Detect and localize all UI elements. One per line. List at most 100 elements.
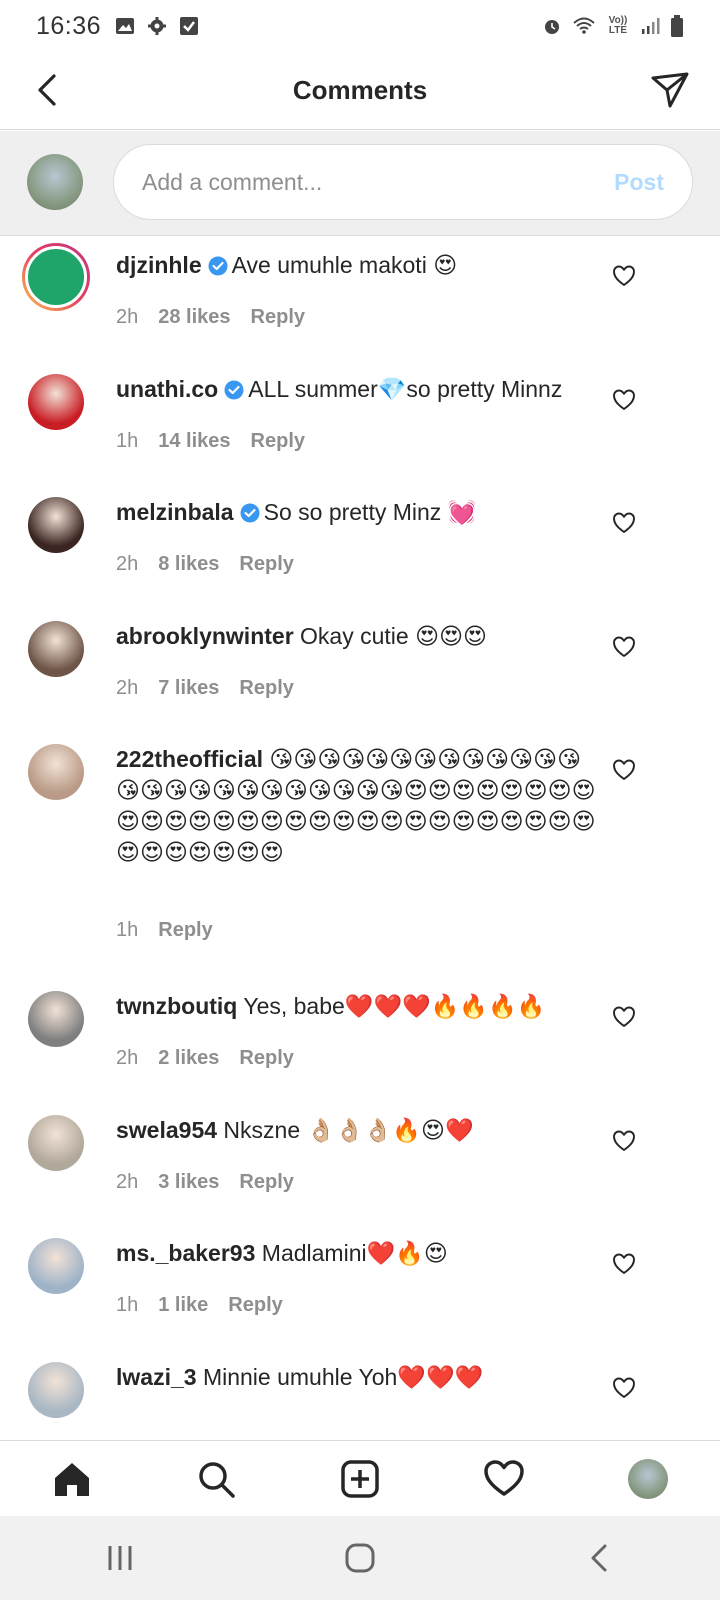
comment-message: Nkszne 👌🏼👌🏼👌🏼🔥😍❤️	[223, 1117, 474, 1143]
activity-heart-icon[interactable]	[483, 1458, 525, 1500]
avatar[interactable]	[28, 374, 84, 430]
comment-username[interactable]: ms._baker93	[116, 1240, 255, 1266]
comment-meta: 1h 1 like Reply	[116, 1294, 283, 1317]
like-heart-icon[interactable]	[612, 758, 636, 782]
comment-likes[interactable]: 3 likes	[158, 1171, 219, 1194]
avatar[interactable]	[28, 744, 84, 800]
comment-username[interactable]: melzinbala	[116, 499, 234, 525]
comment-timestamp: 1h	[116, 1294, 139, 1316]
list-item[interactable]: abrooklynwinter Okay cutie 😍😍😍 2h 7 likes R…	[0, 611, 720, 731]
verified-badge-icon	[240, 503, 260, 523]
comment-text: djzinhle Ave umuhle makoti 😍	[116, 250, 596, 281]
comment-text: melzinbala So so pretty Minz 💓	[116, 497, 596, 528]
comment-timestamp: 2h	[116, 1047, 139, 1069]
list-item[interactable]: unathi.co ALL summer💎so pretty Minnz 1h 14 …	[0, 364, 720, 484]
search-icon[interactable]	[195, 1458, 237, 1500]
nav-home[interactable]	[48, 1455, 96, 1503]
comment-username[interactable]: lwazi_3	[116, 1364, 197, 1390]
comment-username[interactable]: swela954	[116, 1117, 217, 1143]
like-heart-icon[interactable]	[612, 264, 636, 288]
back-arrow-icon[interactable]	[30, 70, 70, 110]
comment-composer: Add a comment... Post	[0, 131, 720, 236]
reply-button[interactable]: Reply	[251, 306, 305, 329]
comment-text: twnzboutiq Yes, babe❤️❤️❤️🔥🔥🔥🔥	[116, 991, 596, 1022]
list-item[interactable]: djzinhle Ave umuhle makoti 😍 2h 28 likes Rep…	[0, 240, 720, 360]
list-item[interactable]: ms._baker93 Madlamini❤️🔥😍 1h 1 like Reply	[0, 1228, 720, 1348]
avatar[interactable]	[28, 497, 84, 553]
comment-timestamp: 1h	[116, 919, 139, 941]
recent-apps-icon[interactable]	[100, 1538, 140, 1578]
nav-activity[interactable]	[480, 1455, 528, 1503]
like-heart-icon[interactable]	[612, 635, 636, 659]
home-circle-icon[interactable]	[340, 1538, 380, 1578]
reply-button[interactable]: Reply	[239, 1171, 293, 1194]
comment-message: Madlamini❤️🔥😍	[261, 1240, 448, 1266]
avatar[interactable]	[28, 1362, 84, 1418]
nav-search[interactable]	[192, 1455, 240, 1503]
paper-plane-icon[interactable]	[648, 68, 692, 112]
comment-text: swela954 Nkszne 👌🏼👌🏼👌🏼🔥😍❤️	[116, 1115, 596, 1146]
alarm-icon	[545, 20, 559, 34]
reply-button[interactable]: Reply	[251, 430, 305, 453]
comment-likes[interactable]: 8 likes	[158, 553, 219, 576]
profile-avatar[interactable]	[628, 1458, 668, 1499]
comment-likes[interactable]: 28 likes	[158, 306, 230, 329]
like-heart-icon[interactable]	[612, 1005, 636, 1029]
comment-username[interactable]: abrooklynwinter	[116, 623, 294, 649]
comment-username[interactable]: twnzboutiq	[116, 993, 237, 1019]
avatar[interactable]	[28, 1238, 84, 1294]
comment-text: unathi.co ALL summer💎so pretty Minnz	[116, 374, 596, 405]
comment-text: lwazi_3 Minnie umuhle Yoh❤️❤️❤️	[116, 1362, 596, 1393]
system-back-icon[interactable]	[580, 1538, 620, 1578]
list-item[interactable]: lwazi_3 Minnie umuhle Yoh❤️❤️❤️	[0, 1352, 720, 1440]
reply-button[interactable]: Reply	[239, 677, 293, 700]
like-heart-icon[interactable]	[612, 511, 636, 535]
nav-profile[interactable]	[624, 1455, 672, 1503]
nav-new-post[interactable]	[336, 1455, 384, 1503]
comment-username[interactable]: djzinhle	[116, 252, 202, 278]
header: Comments	[0, 52, 720, 130]
status-time: 16:36	[36, 11, 102, 40]
comment-meta: 2h 8 likes Reply	[116, 553, 294, 576]
list-item[interactable]: melzinbala So so pretty Minz 💓 2h 8 likes Re…	[0, 487, 720, 607]
comment-input[interactable]: Add a comment... Post	[113, 144, 693, 220]
comment-likes[interactable]: 2 likes	[158, 1047, 219, 1070]
like-heart-icon[interactable]	[612, 388, 636, 412]
verified-badge-icon	[208, 256, 228, 276]
reply-button[interactable]: Reply	[158, 919, 212, 942]
comment-likes[interactable]: 14 likes	[158, 430, 230, 453]
like-heart-icon[interactable]	[612, 1376, 636, 1400]
comments-list[interactable]: djzinhle Ave umuhle makoti 😍 2h 28 likes Rep…	[0, 237, 720, 1440]
comment-username[interactable]: unathi.co	[116, 376, 218, 402]
avatar[interactable]	[22, 243, 90, 311]
comment-message: Ave umuhle makoti 😍	[231, 252, 458, 278]
avatar[interactable]	[28, 621, 84, 677]
avatar[interactable]	[28, 991, 84, 1047]
list-item[interactable]: swela954 Nkszne 👌🏼👌🏼👌🏼🔥😍❤️ 2h 3 likes Reply	[0, 1105, 720, 1225]
avatar[interactable]	[28, 1115, 84, 1171]
reply-button[interactable]: Reply	[239, 1047, 293, 1070]
comment-message: Minnie umuhle Yoh❤️❤️❤️	[202, 1364, 484, 1390]
comment-input-placeholder[interactable]: Add a comment...	[142, 169, 614, 196]
reply-button[interactable]: Reply	[228, 1294, 282, 1317]
wifi-icon	[573, 17, 595, 34]
reply-button[interactable]: Reply	[239, 553, 293, 576]
comment-username[interactable]: 222theofficial	[116, 746, 263, 772]
like-heart-icon[interactable]	[612, 1129, 636, 1153]
avatar-image	[25, 246, 87, 308]
list-item[interactable]: 222theofficial 😘😘😘😘😘😘😘😘😘😘😘😘😘😘😘😘😘😘😘😘😘😘😘😘😘…	[0, 734, 720, 941]
new-post-icon[interactable]	[339, 1458, 381, 1500]
like-heart-icon[interactable]	[612, 1252, 636, 1276]
gear-icon	[148, 17, 167, 35]
comment-likes[interactable]: 1 like	[158, 1294, 208, 1317]
comment-message: ALL summer💎so pretty Minnz	[248, 376, 563, 402]
comment-meta: 2h 28 likes Reply	[116, 306, 305, 329]
home-icon[interactable]	[51, 1458, 93, 1500]
post-button[interactable]: Post	[614, 169, 664, 196]
signal-icon	[642, 18, 660, 34]
comment-likes[interactable]: 7 likes	[158, 677, 219, 700]
comment-timestamp: 2h	[116, 1171, 139, 1193]
list-item[interactable]: twnzboutiq Yes, babe❤️❤️❤️🔥🔥🔥🔥 2h 2 likes R…	[0, 981, 720, 1101]
avatar	[27, 154, 83, 210]
bottom-nav	[0, 1440, 720, 1516]
